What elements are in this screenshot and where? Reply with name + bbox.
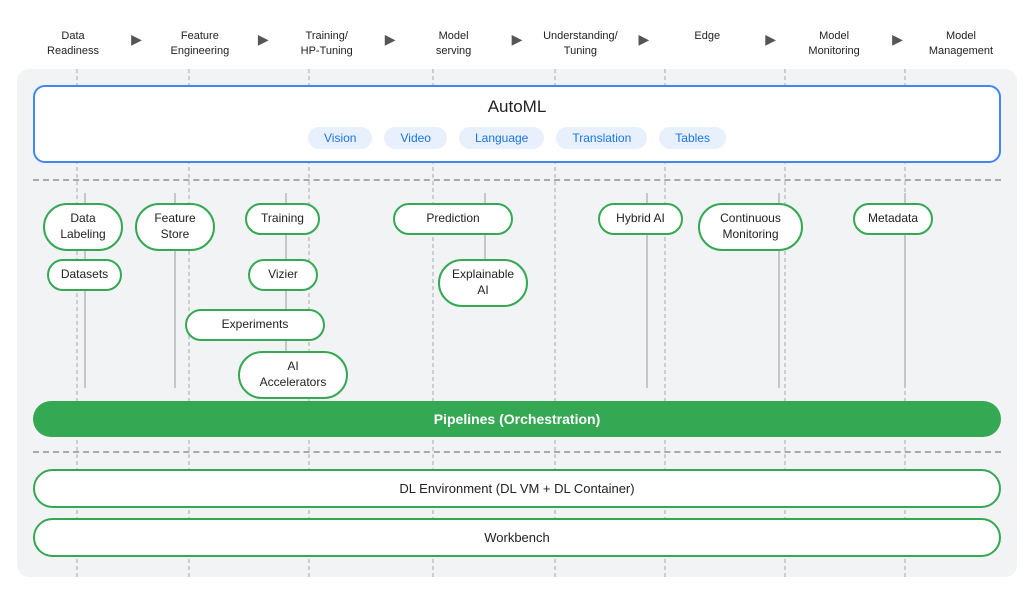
workbench-label: Workbench [484, 530, 550, 545]
step-training: Training/ HP-Tuning [271, 29, 383, 60]
dl-environment-pill: DL Environment (DL VM + DL Container) [33, 469, 1001, 508]
chip-vision: Vision [308, 127, 372, 149]
node-ai-accelerators: AI Accelerators [238, 351, 348, 398]
node-experiments: Experiments [185, 309, 325, 341]
step-label: Data Readiness [17, 29, 129, 60]
step-model-serving: Model serving [398, 29, 510, 60]
services-grid: Data Labeling Feature Store Training Pre… [33, 193, 1001, 393]
dashed-separator-2 [33, 451, 1001, 453]
node-explainable-ai: Explainable AI [438, 259, 528, 306]
step-label: Model Management [905, 29, 1017, 60]
arrow-5: ▶ [636, 31, 651, 48]
arrow-6: ▶ [763, 31, 778, 48]
arrow-4: ▶ [510, 31, 525, 48]
step-label: Model serving [398, 29, 510, 60]
step-label: Understanding/ Tuning [524, 29, 636, 60]
chip-tables: Tables [659, 127, 726, 149]
node-feature-store: Feature Store [135, 203, 215, 250]
node-metadata: Metadata [853, 203, 933, 235]
diagram-container: Data Readiness ▶ Feature Engineering ▶ T… [17, 29, 1017, 578]
chip-language: Language [459, 127, 544, 149]
automl-title: AutoML [51, 97, 983, 117]
pipelines-bar: Pipelines (Orchestration) [33, 401, 1001, 437]
step-feature-engineering: Feature Engineering [144, 29, 256, 60]
step-understanding: Understanding/ Tuning [524, 29, 636, 60]
node-datasets: Datasets [47, 259, 122, 291]
node-vizier: Vizier [248, 259, 318, 291]
dl-env-label: DL Environment (DL VM + DL Container) [399, 481, 634, 496]
chip-translation: Translation [556, 127, 647, 149]
step-label: Edge [651, 29, 763, 44]
step-model-management: Model Management [905, 29, 1017, 60]
automl-chips: Vision Video Language Translation Tables [51, 127, 983, 149]
arrow-7: ▶ [890, 31, 905, 48]
workbench-pill: Workbench [33, 518, 1001, 557]
arrow-3: ▶ [383, 31, 398, 48]
step-label: Feature Engineering [144, 29, 256, 60]
arrow-2: ▶ [256, 31, 271, 48]
step-model-monitoring: Model Monitoring [778, 29, 890, 60]
chip-video: Video [384, 127, 446, 149]
arrow-1: ▶ [129, 31, 144, 48]
bottom-section: DL Environment (DL VM + DL Container) Wo… [33, 465, 1001, 557]
step-label: Training/ HP-Tuning [271, 29, 383, 60]
step-label: Model Monitoring [778, 29, 890, 60]
step-edge: Edge [651, 29, 763, 44]
automl-section: AutoML Vision Video Language Translation… [33, 85, 1001, 163]
node-continuous-monitoring: Continuous Monitoring [698, 203, 803, 250]
step-data-readiness: Data Readiness [17, 29, 129, 60]
pipeline-header: Data Readiness ▶ Feature Engineering ▶ T… [17, 29, 1017, 70]
main-box: AutoML Vision Video Language Translation… [17, 69, 1017, 577]
node-prediction: Prediction [393, 203, 513, 235]
dashed-separator [33, 179, 1001, 181]
pipelines-label: Pipelines (Orchestration) [434, 411, 600, 427]
node-training: Training [245, 203, 320, 235]
node-hybrid-ai: Hybrid AI [598, 203, 683, 235]
node-data-labeling: Data Labeling [43, 203, 123, 250]
